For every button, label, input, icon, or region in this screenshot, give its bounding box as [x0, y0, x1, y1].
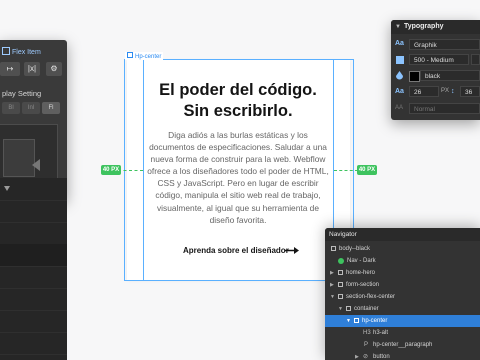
nav-item-hp-center[interactable]: ▼ hp-center: [325, 315, 480, 327]
list-item[interactable]: [0, 332, 67, 355]
nav-item-section-flex-center[interactable]: ▼ section-flex-center: [325, 291, 480, 303]
navigator-panel: Navigator body--black Nav - Dark ▶ home-…: [325, 228, 480, 360]
box-icon: [354, 318, 359, 323]
nav-item-nav-dark[interactable]: Nav - Dark: [325, 255, 480, 267]
navigator-title: Navigator: [325, 228, 480, 241]
box-icon: [338, 294, 343, 299]
display-block-option[interactable]: Bl: [2, 102, 20, 114]
arrow-right-icon[interactable]: [285, 246, 299, 255]
list-item[interactable]: [0, 310, 67, 333]
margin-guide-right: [334, 170, 358, 171]
heading-icon: H3: [363, 330, 371, 336]
nav-item-container[interactable]: ▼ container: [325, 303, 480, 315]
font-family-icon: Aa: [395, 40, 404, 47]
display-flex-option[interactable]: Fl: [42, 102, 60, 114]
caret-down-icon[interactable]: ▼: [338, 303, 343, 315]
margin-right-badge[interactable]: 40 PX: [357, 165, 377, 175]
typography-title: Typography: [403, 23, 444, 30]
margin-guide-left: [118, 170, 143, 171]
list-item[interactable]: [0, 266, 67, 289]
style-panel: Flex Item ↦ |x| ⚙ play Setting Bl Inl Fl…: [0, 40, 67, 200]
nav-item-body[interactable]: body--black: [325, 243, 480, 255]
caret-down-icon: [4, 186, 10, 191]
line-height-input[interactable]: 36: [460, 86, 480, 97]
hero-heading-line2: Sin escribirlo.: [183, 102, 293, 120]
caret-right-icon[interactable]: ▶: [355, 351, 359, 360]
chevron-left-icon[interactable]: [30, 158, 42, 172]
font-weight-select[interactable]: 500 - Medium: [409, 54, 469, 65]
font-size-unit[interactable]: PX: [441, 88, 449, 94]
flex-item-label: Flex Item: [12, 49, 41, 56]
letter-spacing-icon: AA: [395, 105, 404, 111]
list-item[interactable]: [0, 244, 67, 267]
shrink-button[interactable]: ↦: [0, 62, 20, 76]
display-setting-label: play Setting: [2, 89, 42, 98]
component-icon: [338, 258, 344, 264]
hero-paragraph[interactable]: Diga adiós a las burlas estáticas y los …: [145, 129, 331, 226]
learn-designer-link[interactable]: Aprenda sobre el diseñador: [183, 246, 289, 255]
list-item[interactable]: [0, 222, 67, 245]
link-icon: ⊘: [363, 354, 369, 360]
nav-item-h3-alt[interactable]: H3 h3-alt: [325, 327, 480, 339]
box-icon: [346, 306, 351, 311]
text-style-select[interactable]: Normal: [409, 103, 480, 114]
margin-left-badge[interactable]: 40 PX: [101, 165, 121, 175]
flex-item-icon: [2, 47, 10, 55]
settings-gear-icon[interactable]: ⚙: [46, 62, 62, 76]
display-setting-options: Bl Inl Fl: [0, 102, 67, 116]
caret-down-icon: ▼: [395, 24, 401, 30]
nav-item-button[interactable]: ▶ ⊘ button: [325, 351, 480, 360]
list-item[interactable]: [0, 178, 67, 201]
flex-item-header[interactable]: Flex Item: [0, 46, 67, 60]
typography-header[interactable]: ▼ Typography: [391, 20, 480, 34]
hero-heading-line1: El poder del código.: [159, 81, 317, 99]
caret-right-icon[interactable]: ▶: [330, 279, 334, 291]
font-family-select[interactable]: Graphik: [409, 39, 480, 50]
typography-panel: ▼ Typography Aa Graphik 500 - Medium blac…: [391, 20, 480, 120]
box-icon: [338, 270, 343, 275]
font-style-field[interactable]: [471, 54, 480, 65]
selection-label[interactable]: Hp-center: [125, 52, 164, 60]
font-size-input[interactable]: 26: [409, 86, 439, 97]
list-item[interactable]: [0, 200, 67, 223]
box-icon: [338, 282, 343, 287]
paragraph-icon: P: [364, 342, 369, 348]
display-inline-option[interactable]: Inl: [22, 102, 40, 114]
font-size-value: 26: [414, 89, 422, 96]
caret-down-icon[interactable]: ▼: [346, 315, 351, 327]
hero-heading[interactable]: El poder del código. Sin escribirlo.: [143, 80, 333, 122]
fixed-button[interactable]: |x|: [24, 62, 40, 76]
box-icon: [331, 246, 336, 251]
color-name-field[interactable]: black: [420, 70, 480, 81]
nav-item-home-hero[interactable]: ▶ home-hero: [325, 267, 480, 279]
nav-item-form-section[interactable]: ▶ form-section: [325, 279, 480, 291]
line-height-icon: ↕: [451, 88, 455, 95]
element-box-icon: [127, 52, 133, 58]
selection-label-text: Hp-center: [135, 54, 162, 60]
font-size-icon: Aa: [395, 88, 404, 95]
nav-item-paragraph[interactable]: P hp-center__paragraph: [325, 339, 480, 351]
font-weight-icon: [396, 56, 404, 64]
caret-right-icon[interactable]: ▶: [330, 267, 334, 279]
caret-down-icon[interactable]: ▼: [330, 291, 335, 303]
flex-item-buttons: ↦ |x| ⚙: [0, 62, 67, 78]
list-item[interactable]: [0, 288, 67, 311]
color-swatch[interactable]: [409, 71, 420, 82]
color-drop-icon: [396, 71, 403, 80]
left-dark-list: [0, 178, 67, 360]
